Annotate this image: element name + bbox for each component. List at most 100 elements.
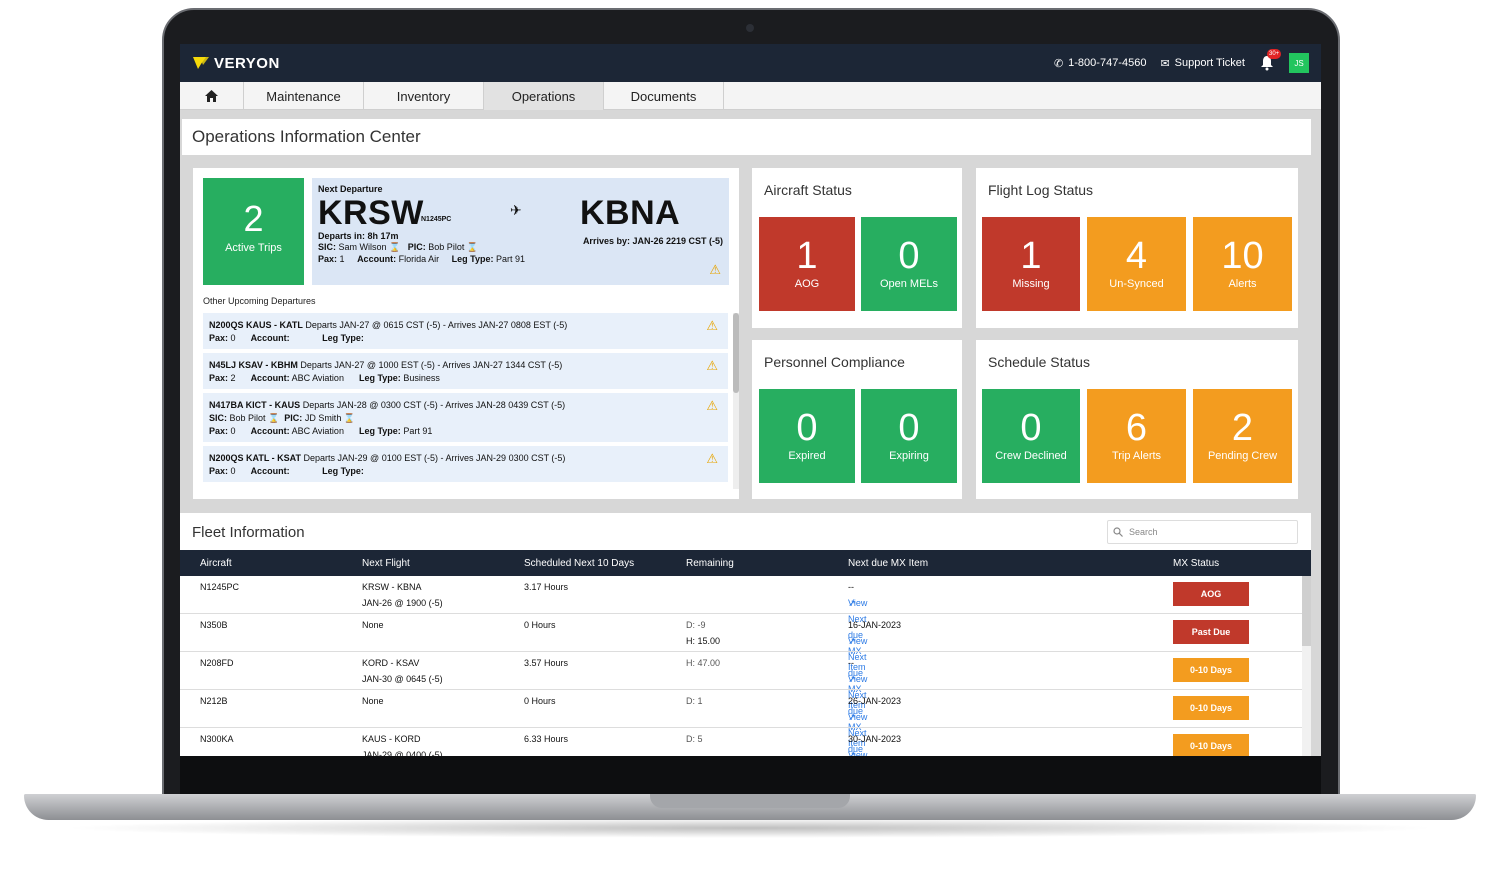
camera bbox=[746, 24, 754, 32]
laptop-shadow bbox=[60, 818, 1440, 838]
flight-log-status-panel: Flight Log Status 1 Missing 4 Un-Synced … bbox=[976, 168, 1298, 328]
col-remaining[interactable]: Remaining bbox=[686, 558, 734, 569]
warning-icon[interactable]: ⚠ bbox=[706, 399, 718, 412]
scheduled-cell: 0 Hours bbox=[524, 620, 556, 630]
warning-icon[interactable]: ⚠ bbox=[706, 319, 718, 332]
active-trips-tile[interactable]: 2 Active Trips bbox=[203, 178, 304, 285]
pending-crew-tile[interactable]: 2 Pending Crew bbox=[1193, 389, 1292, 483]
tab-maintenance[interactable]: Maintenance bbox=[244, 82, 364, 110]
personnel-compliance-panel: Personnel Compliance 0 Expired 0 Expirin… bbox=[752, 340, 962, 499]
list-item[interactable]: N45LJ KSAV - KBHM Departs JAN-27 @ 1000 … bbox=[203, 353, 728, 389]
expiring-label: Expiring bbox=[889, 450, 929, 462]
un-synced-tile[interactable]: 4 Un-Synced bbox=[1087, 217, 1186, 311]
airplane-icon: ✈ bbox=[510, 202, 522, 218]
route-codes: KRSW N1245PC ✈ KBNA bbox=[318, 194, 729, 232]
aog-count: 1 bbox=[796, 235, 818, 277]
mx-status-badge[interactable]: 0-10 Days bbox=[1173, 734, 1249, 756]
next-departure-label: Next Departure bbox=[318, 184, 383, 194]
mx-status-badge[interactable]: Past Due bbox=[1173, 620, 1249, 644]
mx-status-badge[interactable]: 0-10 Days bbox=[1173, 696, 1249, 720]
mx-date-cell: -- bbox=[848, 582, 854, 592]
un-synced-label: Un-Synced bbox=[1109, 278, 1164, 290]
warning-icon[interactable]: ⚠ bbox=[709, 262, 721, 278]
mx-date-cell: 26-JAN-2023 bbox=[848, 696, 902, 706]
search-input[interactable]: Search bbox=[1107, 520, 1298, 544]
missing-label: Missing bbox=[1012, 278, 1050, 290]
active-trips-label: Active Trips bbox=[225, 242, 282, 254]
departures-panel: 2 Active Trips Next Departure KRSW N1245… bbox=[193, 168, 739, 499]
crew-declined-label: Crew Declined bbox=[995, 450, 1067, 462]
trip-alerts-label: Trip Alerts bbox=[1111, 450, 1162, 462]
expired-label: Expired bbox=[788, 450, 826, 462]
next-departure-card[interactable]: Next Departure KRSW N1245PC ✈ KBNA Depar… bbox=[312, 178, 729, 285]
trip-alerts-tile[interactable]: 6 Trip Alerts bbox=[1087, 389, 1186, 483]
col-scheduled[interactable]: Scheduled Next 10 Days bbox=[524, 558, 634, 569]
col-next-due-mx[interactable]: Next due MX Item bbox=[848, 558, 928, 569]
open-mels-tile[interactable]: 0 Open MELs bbox=[861, 217, 957, 311]
aircraft-cell: N350B bbox=[200, 620, 228, 630]
table-row[interactable]: N350B None 0 Hours D: -9 H: 15.00 16-JAN… bbox=[180, 614, 1302, 710]
alerts-tile[interactable]: 10 Alerts bbox=[1193, 217, 1292, 311]
table-row[interactable]: N1245PC KRSW - KBNA JAN-26 @ 1900 (-5) 3… bbox=[180, 576, 1302, 672]
aog-tile[interactable]: 1 AOG bbox=[759, 217, 855, 311]
mx-status-badge[interactable]: AOG bbox=[1173, 582, 1249, 606]
scroll-thumb[interactable] bbox=[733, 313, 739, 393]
missing-tile[interactable]: 1 Missing bbox=[982, 217, 1080, 311]
open-mels-label: Open MELs bbox=[879, 278, 939, 290]
list-item[interactable]: N417BA KICT - KAUS Departs JAN-28 @ 0300… bbox=[203, 393, 728, 442]
mx-status-badge[interactable]: 0-10 Days bbox=[1173, 658, 1249, 682]
expired-tile[interactable]: 0 Expired bbox=[759, 389, 855, 483]
phone-link[interactable]: ✆ 1-800-747-4560 bbox=[1054, 57, 1147, 70]
user-avatar[interactable]: JS bbox=[1289, 53, 1309, 73]
col-aircraft[interactable]: Aircraft bbox=[200, 558, 232, 569]
mx-date-cell: 30-JAN-2023 bbox=[848, 734, 902, 744]
warning-icon[interactable]: ⚠ bbox=[706, 359, 718, 372]
pax-line: Pax: 1 Account: Florida Air Leg Type: Pa… bbox=[318, 254, 525, 264]
warning-icon[interactable]: ⚠ bbox=[706, 452, 718, 465]
aircraft-cell: N212B bbox=[200, 696, 228, 706]
active-trips-count: 2 bbox=[243, 198, 264, 239]
brand-logo[interactable]: VERYON bbox=[192, 55, 280, 72]
brand-name: VERYON bbox=[214, 54, 280, 72]
destination-code: KBNA bbox=[580, 194, 681, 232]
scheduled-cell: 3.57 Hours bbox=[524, 658, 569, 668]
mx-date-cell: 16-JAN-2023 bbox=[848, 620, 902, 630]
expiring-count: 0 bbox=[898, 407, 920, 449]
table-row[interactable]: N300KA KAUS - KORD JAN-29 @ 0400 (-5) 6.… bbox=[180, 728, 1302, 756]
laptop-notch bbox=[650, 794, 850, 808]
table-row[interactable]: N208FD KORD - KSAV JAN-30 @ 0645 (-5) 3.… bbox=[180, 652, 1302, 748]
next-flight-time-cell: JAN-29 @ 0400 (-5) bbox=[362, 750, 443, 756]
expiring-tile[interactable]: 0 Expiring bbox=[861, 389, 957, 483]
list-item[interactable]: N200QS KATL - KSAT Departs JAN-29 @ 0100… bbox=[203, 446, 728, 482]
missing-count: 1 bbox=[1020, 235, 1042, 277]
aircraft-cell: N208FD bbox=[200, 658, 234, 668]
external-link-icon: ↗ bbox=[848, 598, 856, 608]
phone-number: 1-800-747-4560 bbox=[1068, 57, 1147, 69]
next-flight-cell: KAUS - KORD bbox=[362, 734, 421, 744]
tab-inventory[interactable]: Inventory bbox=[364, 82, 484, 110]
tab-documents[interactable]: Documents bbox=[604, 82, 724, 110]
tab-operations[interactable]: Operations bbox=[484, 82, 604, 110]
crew-declined-count: 0 bbox=[1020, 407, 1042, 449]
screen-bezel bbox=[180, 756, 1321, 794]
fleet-information-panel: Fleet Information Search Aircraft Next F… bbox=[180, 513, 1311, 756]
list-item[interactable]: N200QS KAUS - KATL Departs JAN-27 @ 0615… bbox=[203, 313, 728, 349]
upcoming-departures-title: Other Upcoming Departures bbox=[203, 296, 316, 306]
next-flight-time-cell: JAN-26 @ 1900 (-5) bbox=[362, 598, 443, 608]
alerts-count: 10 bbox=[1221, 235, 1264, 277]
scheduled-cell: 6.33 Hours bbox=[524, 734, 569, 744]
support-ticket-link[interactable]: ✉ Support Ticket bbox=[1160, 57, 1245, 70]
crew-declined-tile[interactable]: 0 Crew Declined bbox=[982, 389, 1080, 483]
schedule-status-panel: Schedule Status 0 Crew Declined 6 Trip A… bbox=[976, 340, 1298, 499]
col-mx-status[interactable]: MX Status bbox=[1173, 558, 1219, 569]
departures-scrollbar[interactable] bbox=[733, 313, 739, 489]
alerts-label: Alerts bbox=[1228, 278, 1257, 290]
scheduled-cell: 0 Hours bbox=[524, 696, 556, 706]
table-row[interactable]: N212B None 0 Hours D: 1 26-JAN-2023 View… bbox=[180, 690, 1302, 754]
notifications-button[interactable]: 30+ bbox=[1259, 49, 1282, 71]
aog-label: AOG bbox=[794, 278, 820, 290]
fleet-scrollbar[interactable] bbox=[1302, 576, 1311, 756]
scroll-thumb[interactable] bbox=[1302, 576, 1311, 646]
col-next-flight[interactable]: Next Flight bbox=[362, 558, 410, 569]
home-tab[interactable] bbox=[180, 82, 244, 110]
